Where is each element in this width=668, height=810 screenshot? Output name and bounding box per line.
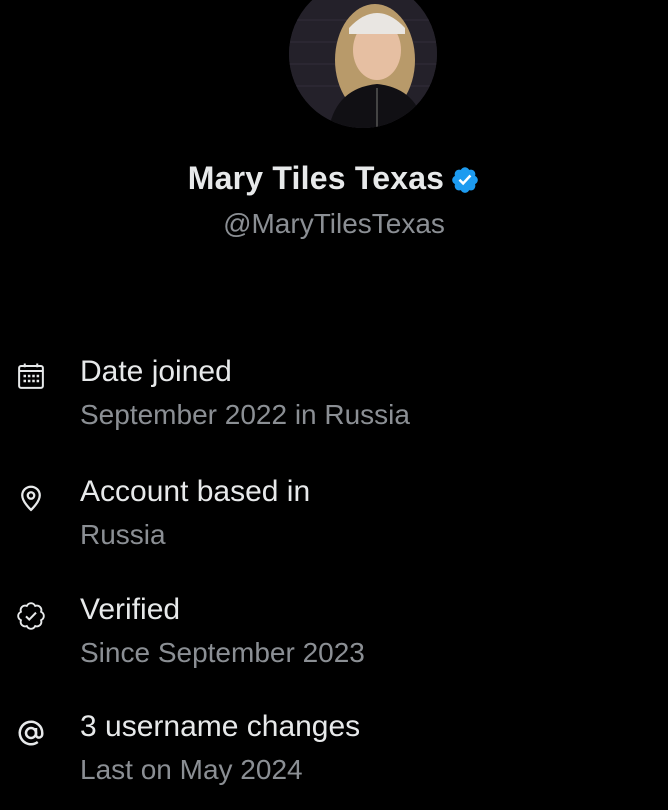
info-item-verified: Verified Since September 2023 xyxy=(0,593,668,693)
info-item-date-joined: Date joined September 2022 in Russia xyxy=(0,355,668,455)
display-name: Mary Tiles Texas xyxy=(187,160,445,196)
info-item-account-based-in: Account based in Russia xyxy=(0,475,668,575)
calendar-icon xyxy=(18,363,44,389)
verified-badge-icon[interactable] xyxy=(450,165,480,195)
account-based-in-value: Russia xyxy=(80,519,166,550)
verified-label: Verified xyxy=(80,593,181,626)
username-changes-value: Last on May 2024 xyxy=(80,754,303,785)
username-changes-label: 3 username changes xyxy=(80,710,361,743)
at-sign-icon xyxy=(18,720,44,746)
date-joined-label: Date joined xyxy=(80,355,232,388)
profile-avatar[interactable] xyxy=(289,0,437,128)
verified-badge-outline-icon xyxy=(17,602,45,630)
avatar-image xyxy=(289,0,437,128)
location-pin-icon xyxy=(21,485,41,512)
date-joined-value: September 2022 in Russia xyxy=(80,399,410,430)
profile-handle: @MaryTilesTexas xyxy=(223,208,445,239)
account-based-in-label: Account based in xyxy=(80,475,311,508)
verified-value: Since September 2023 xyxy=(80,637,365,668)
profile-name-row: Mary Tiles Texas xyxy=(0,160,668,197)
info-item-username-changes: 3 username changes Last on May 2024 xyxy=(0,710,668,810)
